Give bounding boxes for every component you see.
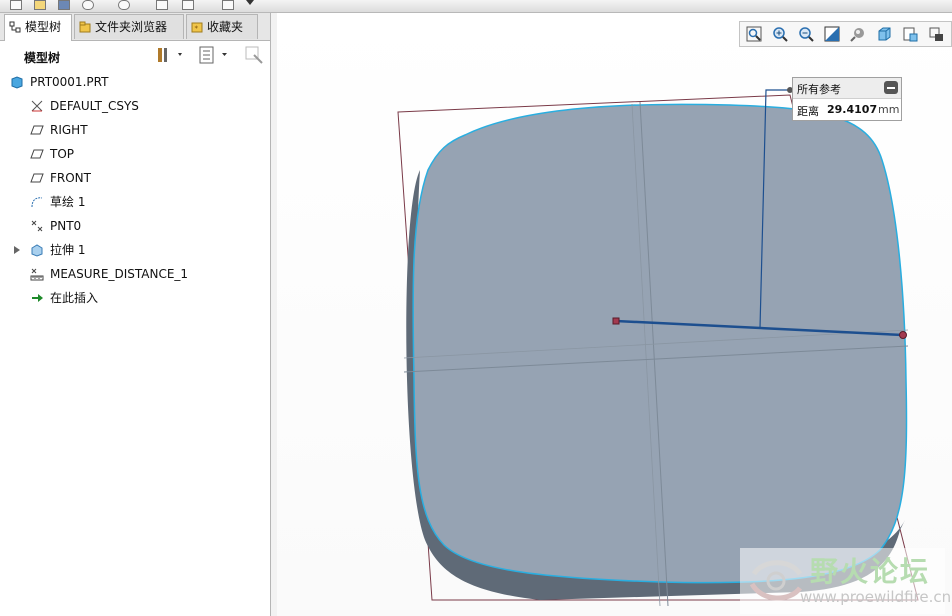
- svg-text:*: *: [195, 25, 199, 33]
- tree-item-label: 拉伸 1: [50, 243, 86, 257]
- tree-item-label: DEFAULT_CSYS: [50, 99, 139, 113]
- datum-plane-icon: [30, 125, 44, 135]
- measure-icon: [30, 268, 44, 281]
- expand-arrow-icon[interactable]: [14, 246, 20, 254]
- tree-item-measure[interactable]: MEASURE_DISTANCE_1: [0, 263, 268, 285]
- datum-plane-icon: [30, 149, 44, 159]
- tab-label: 文件夹浏览器: [95, 20, 168, 34]
- close-window-icon[interactable]: [222, 0, 234, 10]
- measure-panel-title: 所有参考: [797, 83, 841, 96]
- tab-favorites[interactable]: * 收藏夹: [186, 14, 258, 39]
- datum-display-icon[interactable]: [928, 26, 944, 42]
- repaint-icon[interactable]: [824, 26, 840, 42]
- distance-value: 29.4107: [827, 103, 878, 116]
- model-tree-icon: [9, 21, 21, 33]
- filter-icon[interactable]: [244, 45, 266, 65]
- new-file-icon[interactable]: [10, 0, 22, 10]
- insert-arrow-icon: [32, 294, 43, 302]
- view-manager-icon[interactable]: [902, 26, 918, 42]
- tree-item-label: RIGHT: [50, 123, 88, 137]
- measure-result-panel[interactable]: 所有参考 距离 29.4107 mm: [792, 77, 902, 121]
- tree-title: 模型树: [24, 51, 61, 65]
- windows-icon[interactable]: [182, 0, 194, 10]
- watermark-logo-icon: [749, 560, 803, 601]
- tab-folder-browser[interactable]: 文件夹浏览器: [74, 14, 184, 39]
- save-icon[interactable]: [58, 0, 70, 10]
- display-style-icon[interactable]: [850, 26, 866, 42]
- favorites-icon: *: [191, 22, 203, 33]
- collapse-icon[interactable]: [884, 81, 898, 94]
- zoom-out-icon[interactable]: [798, 26, 814, 42]
- navigator-tabs: 模型树 文件夹浏览器 * 收藏夹: [0, 13, 270, 41]
- tree-item-front[interactable]: FRONT: [0, 167, 268, 189]
- watermark-title: 野火论坛: [810, 555, 931, 588]
- measure-panel-header: 所有参考: [793, 78, 901, 99]
- customize-toolbar-icon[interactable]: [246, 0, 254, 5]
- edge-point-marker[interactable]: [899, 331, 907, 339]
- tree-item-top[interactable]: TOP: [0, 143, 268, 165]
- folder-browser-icon: [79, 21, 91, 33]
- undo-icon[interactable]: [82, 0, 94, 10]
- tab-model-tree[interactable]: 模型树: [4, 14, 72, 41]
- tree-item-right[interactable]: RIGHT: [0, 119, 268, 141]
- csys-icon: [31, 100, 43, 112]
- zoom-in-icon[interactable]: [772, 26, 788, 42]
- tree-item-extrude[interactable]: 拉伸 1: [0, 239, 268, 261]
- tree-item-default-csys[interactable]: DEFAULT_CSYS: [0, 95, 268, 117]
- navigator-panel: 模型树 文件夹浏览器 * 收藏夹 模型树 PRT0001.PRT DEFAULT…: [0, 13, 271, 616]
- regenerate-icon[interactable]: [156, 0, 168, 10]
- tree-item-label: 在此插入: [50, 291, 99, 305]
- saved-orientations-icon[interactable]: [876, 26, 892, 42]
- tree-item-insert-here[interactable]: 在此插入: [0, 287, 268, 309]
- tree-item-label: TOP: [50, 147, 75, 161]
- forum-watermark: 野火论坛 www.proewildfire.cn: [740, 548, 951, 614]
- refit-icon[interactable]: [746, 26, 762, 42]
- tree-item-label: 草绘 1: [50, 195, 86, 209]
- tab-label: 收藏夹: [207, 20, 244, 34]
- datum-plane-icon: [30, 173, 44, 183]
- tree-item-label: MEASURE_DISTANCE_1: [50, 267, 189, 281]
- tree-root-label: PRT0001.PRT: [30, 75, 109, 89]
- tree-item-label: PNT0: [50, 219, 82, 233]
- distance-label: 距离: [797, 105, 819, 118]
- tools-icon[interactable]: [156, 45, 186, 65]
- redo-icon[interactable]: [118, 0, 130, 10]
- extrude-icon: [31, 244, 43, 257]
- tree-root[interactable]: PRT0001.PRT: [0, 71, 268, 93]
- sketch-icon: [31, 197, 43, 208]
- tree-item-label: FRONT: [50, 171, 91, 185]
- graphics-toolbar: [739, 21, 952, 47]
- list-icon[interactable]: [198, 45, 232, 65]
- distance-unit: mm: [878, 103, 900, 116]
- watermark-url: www.proewildfire.cn: [800, 588, 952, 606]
- open-file-icon[interactable]: [34, 0, 46, 10]
- quick-access-toolbar: [0, 0, 952, 13]
- tree-item-sketch[interactable]: 草绘 1: [0, 191, 268, 213]
- tree-toolbar: 模型树: [0, 41, 270, 71]
- tab-label: 模型树: [25, 20, 62, 34]
- pnt0-marker[interactable]: [612, 317, 620, 325]
- tree-item-pnt0[interactable]: PNT0: [0, 215, 268, 237]
- datum-point-icon: [31, 220, 43, 232]
- part-icon: [11, 76, 23, 89]
